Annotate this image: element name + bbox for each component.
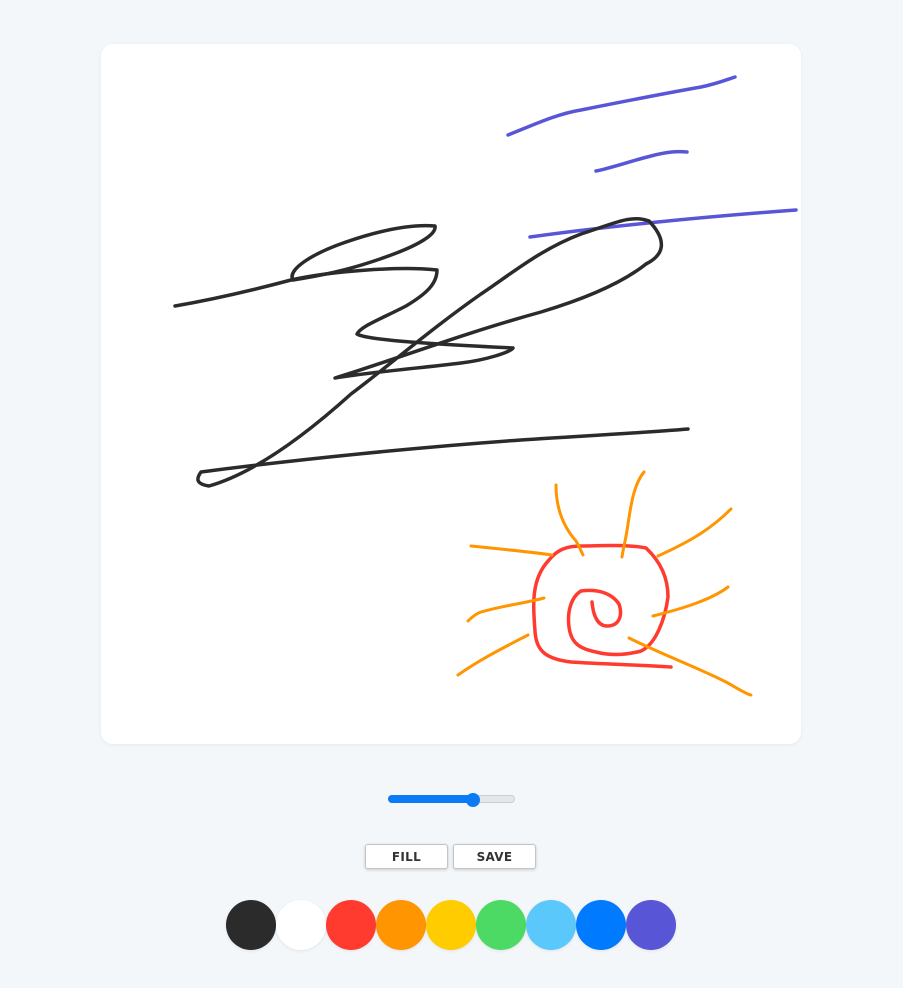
color-swatch-light-blue[interactable]: [526, 900, 576, 950]
color-swatch-yellow[interactable]: [426, 900, 476, 950]
purple-stroke: [528, 208, 798, 239]
color-palette: [226, 900, 676, 950]
black-scribble: [173, 216, 690, 488]
orange-ray: [554, 483, 585, 557]
color-swatch-purple[interactable]: [626, 900, 676, 950]
color-swatch-green[interactable]: [476, 900, 526, 950]
slider-fill: [388, 795, 474, 803]
orange-ray: [651, 585, 730, 618]
drawing-canvas[interactable]: [101, 44, 801, 744]
orange-ray: [656, 507, 733, 558]
purple-stroke: [594, 149, 689, 173]
color-swatch-red[interactable]: [326, 900, 376, 950]
color-swatch-orange[interactable]: [376, 900, 426, 950]
color-swatch-black[interactable]: [226, 900, 276, 950]
fill-button[interactable]: FILL: [365, 844, 448, 869]
purple-stroke: [506, 75, 737, 137]
color-swatch-white[interactable]: [276, 900, 326, 950]
orange-ray: [620, 470, 646, 559]
save-button[interactable]: SAVE: [453, 844, 536, 869]
slider-thumb[interactable]: [466, 793, 481, 807]
color-swatch-blue[interactable]: [576, 900, 626, 950]
orange-ray: [456, 633, 530, 677]
brush-size-slider[interactable]: [388, 793, 515, 807]
orange-ray: [469, 544, 554, 557]
drawing-surface[interactable]: [101, 44, 801, 744]
